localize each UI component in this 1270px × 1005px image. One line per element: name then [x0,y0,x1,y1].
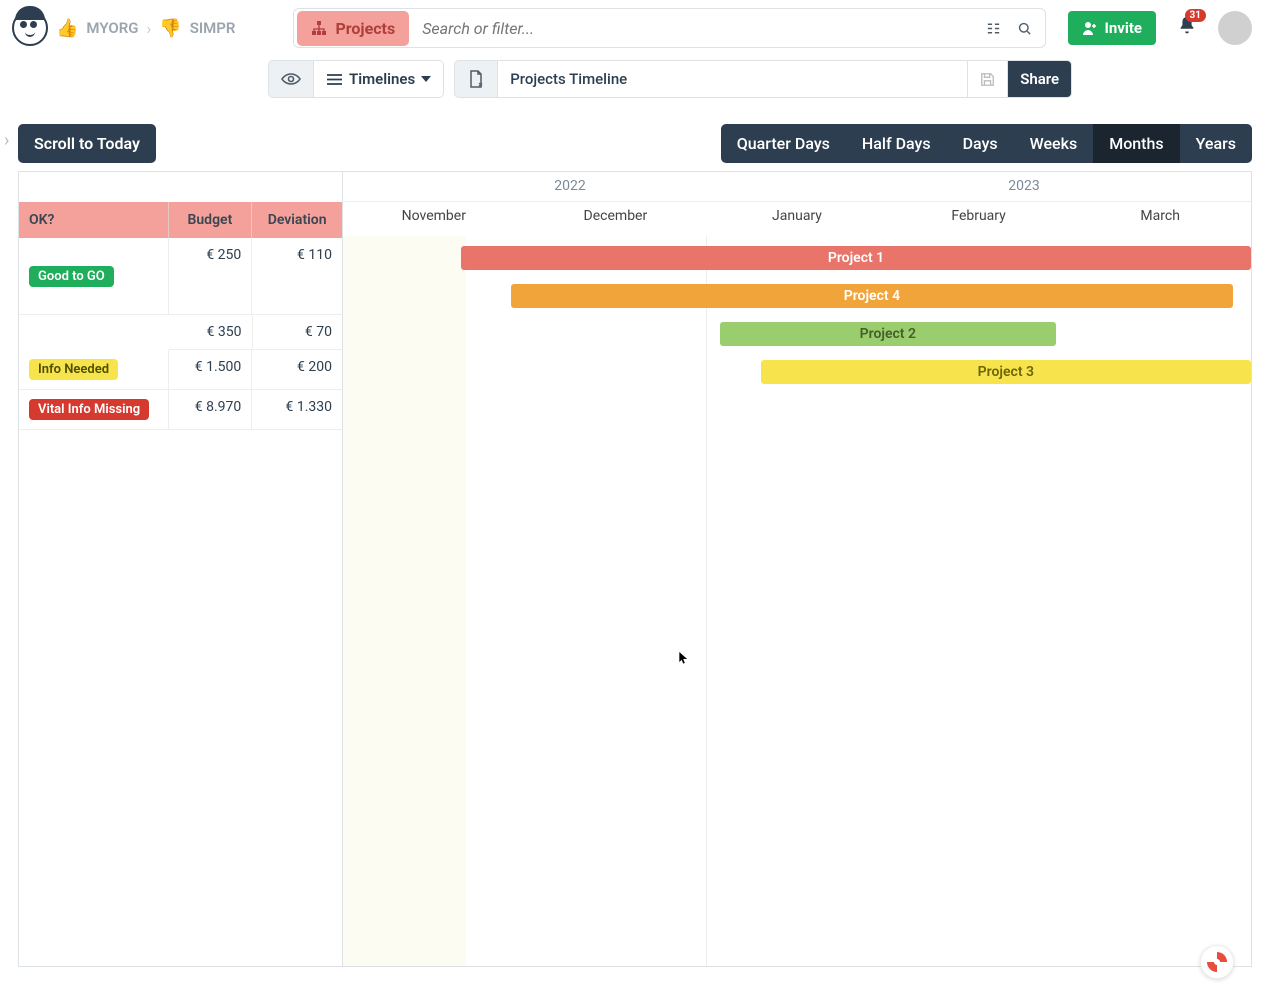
breadcrumb-project[interactable]: SIMPR [190,19,236,37]
search-input[interactable] [412,19,973,38]
breadcrumb-org[interactable]: MYORG [86,19,138,37]
status-badge: Vital Info Missing [29,399,149,420]
month-label: February [888,202,1070,236]
table-row[interactable]: Vital Info Missing € 8.970€ 1.330 [19,390,342,430]
zoom-level-group: Quarter DaysHalf DaysDaysWeeksMonthsYear… [721,124,1252,163]
visibility-button[interactable] [268,60,314,98]
column-header-ok[interactable]: OK? [19,202,169,238]
app-logo[interactable] [12,10,48,46]
eye-icon [281,72,301,86]
deviation-cell[interactable]: € 200 [252,350,342,390]
table-row[interactable]: Good to GO € 250€ 110 [19,238,342,315]
month-label: November [343,202,525,236]
invite-label: Invite [1104,19,1142,37]
zoom-half-days[interactable]: Half Days [846,124,947,163]
status-badge: Good to GO [29,266,114,287]
view-type-selector[interactable]: Timelines [314,60,444,98]
deviation-cell[interactable]: € 110 [252,238,342,315]
share-button[interactable]: Share [1008,60,1072,98]
column-settings-icon[interactable] [985,20,1002,37]
data-grid: OK? Budget Deviation Good to GO € 250€ 11… [19,172,343,966]
zoom-months[interactable]: Months [1093,124,1179,163]
expand-sidebar-toggle[interactable]: › [4,130,9,151]
month-label: March [1069,202,1251,236]
year-label: 2023 [797,172,1251,202]
budget-cell[interactable]: € 350 [169,315,253,350]
gantt-area[interactable]: 20222023 NovemberDecemberJanuaryFebruary… [343,172,1251,966]
thumbs-down-icon: 👎 [159,18,181,39]
gantt-bar-project-4[interactable]: Project 4 [511,284,1233,308]
scroll-to-today-button[interactable]: Scroll to Today [18,124,156,163]
budget-cell[interactable]: € 8.970 [169,390,253,430]
sitemap-icon [311,20,327,36]
month-label: January [706,202,888,236]
page-icon [467,70,485,88]
view-type-label: Timelines [349,70,415,88]
timeline-title-input[interactable]: Projects Timeline [498,60,968,98]
status-badge: Info Needed [29,359,118,380]
gantt-bar-project-1[interactable]: Project 1 [461,246,1251,270]
month-label: December [525,202,707,236]
user-plus-icon [1082,21,1098,36]
year-label: 2022 [343,172,797,202]
deviation-cell[interactable]: € 1.330 [252,390,342,430]
search-icon[interactable] [1016,20,1033,37]
avatar[interactable] [1218,11,1252,45]
projects-scope-button[interactable]: Projects [297,11,409,46]
invite-button[interactable]: Invite [1068,11,1156,45]
projects-scope-label: Projects [335,19,395,38]
column-header-budget[interactable]: Budget [169,202,253,238]
thumbs-up-icon: 👍 [56,18,78,39]
zoom-quarter-days[interactable]: Quarter Days [721,124,846,163]
notification-count: 31 [1185,9,1206,22]
chevron-down-icon [421,76,431,82]
budget-cell[interactable]: € 250 [169,238,253,315]
zoom-days[interactable]: Days [947,124,1014,163]
gantt-bar-project-3[interactable]: Project 3 [761,360,1251,384]
table-row[interactable]: Info Needed € 1.500€ 200 [19,350,342,390]
timelines-icon [326,73,343,86]
table-row[interactable]: € 350€ 70 [169,315,342,350]
column-header-deviation[interactable]: Deviation [252,202,342,238]
cursor-icon [677,652,691,670]
chevron-right-icon: › [146,19,151,38]
page-settings-button[interactable] [454,60,498,98]
search-bar: Projects [293,8,1046,48]
notifications-button[interactable]: 31 [1176,15,1198,41]
save-icon [980,71,995,88]
help-button[interactable] [1200,945,1234,979]
budget-cell[interactable]: € 1.500 [169,350,253,390]
deviation-cell[interactable]: € 70 [253,315,342,350]
gantt-bar-project-2[interactable]: Project 2 [720,322,1056,346]
zoom-weeks[interactable]: Weeks [1014,124,1094,163]
zoom-years[interactable]: Years [1180,124,1252,163]
save-button[interactable] [968,60,1008,98]
